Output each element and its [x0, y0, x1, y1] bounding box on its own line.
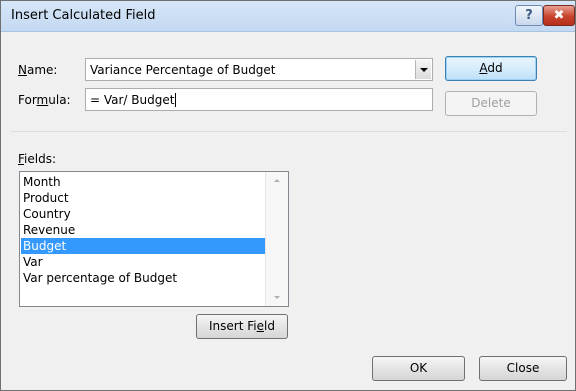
- scroll-up-icon: [274, 179, 280, 182]
- name-label: Name:: [18, 63, 58, 77]
- question-mark-icon: ?: [525, 8, 533, 23]
- name-combobox[interactable]: Variance Percentage of Budget: [85, 58, 433, 81]
- dropdown-button[interactable]: [415, 60, 431, 79]
- delete-button[interactable]: Delete: [445, 91, 537, 116]
- fields-label: Fields:: [18, 152, 56, 166]
- add-button[interactable]: Add: [445, 56, 537, 81]
- name-value: Variance Percentage of Budget: [90, 63, 276, 77]
- dialog-title: Insert Calculated Field: [11, 8, 156, 23]
- fields-listbox[interactable]: Month Product Country Revenue Budget Var…: [19, 171, 289, 307]
- help-button[interactable]: ?: [515, 5, 543, 26]
- scroll-down-icon: [274, 296, 280, 299]
- ok-button[interactable]: OK: [372, 356, 465, 381]
- divider: [11, 131, 567, 132]
- scroll-up-button[interactable]: [266, 172, 288, 189]
- formula-label: Formula:: [18, 93, 71, 107]
- title-bar: Insert Calculated Field ? ✖: [1, 1, 575, 32]
- formula-value: = Var/ Budget: [90, 93, 175, 107]
- list-item[interactable]: Var: [21, 254, 264, 270]
- insert-field-button[interactable]: Insert Field: [196, 314, 288, 339]
- list-item-selected[interactable]: Budget: [21, 238, 266, 254]
- list-item[interactable]: Country: [21, 206, 264, 222]
- formula-input[interactable]: = Var/ Budget: [85, 88, 433, 111]
- close-window-button[interactable]: ✖: [543, 5, 575, 26]
- list-item[interactable]: Revenue: [21, 222, 264, 238]
- close-button[interactable]: Close: [479, 356, 567, 381]
- text-caret: [175, 93, 177, 107]
- list-item[interactable]: Var percentage of Budget: [21, 270, 264, 286]
- list-item[interactable]: Month: [21, 174, 264, 190]
- insert-calculated-field-dialog: Insert Calculated Field ? ✖ Name: Varian…: [0, 0, 576, 391]
- vertical-scrollbar[interactable]: [265, 172, 288, 306]
- chevron-down-icon: [419, 67, 428, 72]
- list-item[interactable]: Product: [21, 190, 264, 206]
- close-icon: ✖: [553, 8, 565, 23]
- scroll-down-button[interactable]: [266, 289, 288, 306]
